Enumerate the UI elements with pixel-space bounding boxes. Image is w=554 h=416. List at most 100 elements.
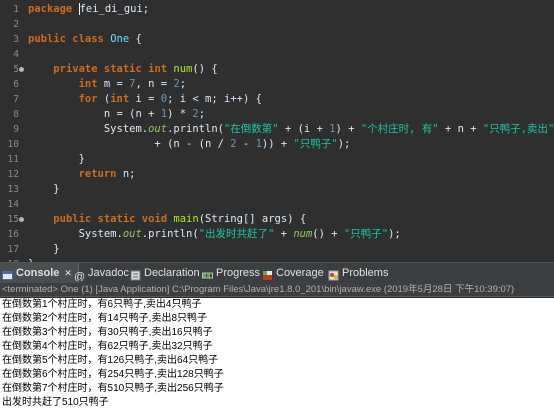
code-token: ; <box>198 108 206 120</box>
code-token: } <box>28 183 60 195</box>
code-token: public static void <box>53 213 174 225</box>
code-line[interactable]: } <box>28 182 60 197</box>
line-number: 9 <box>13 124 19 135</box>
console-line: 在倒数第3个村庄时，有30只鸭子,卖出16只鸭子 <box>2 327 213 338</box>
line-number: 3 <box>13 34 19 45</box>
code-line[interactable]: public static void main(String[] args) { <box>28 212 306 227</box>
tab-label: Progress <box>216 267 261 279</box>
tab-declaration[interactable]: Declaration <box>128 263 204 283</box>
code-line[interactable]: } <box>28 152 85 167</box>
bottom-panel-tabs: Console ✕ @ Javadoc Declaration Progress Cover… <box>0 262 554 284</box>
code-token: System. <box>28 123 149 135</box>
code-line[interactable]: for (int i = 0; i < m; i++) { <box>28 92 262 107</box>
tab-label: Problems <box>342 267 389 279</box>
code-token: } <box>28 243 60 255</box>
method-marker-icon[interactable] <box>19 217 24 222</box>
code-token: "只鸭子" <box>293 138 338 150</box>
code-token: out <box>148 123 168 135</box>
line-number: 13 <box>7 184 19 195</box>
problems-icon <box>328 268 339 280</box>
console-line: 在倒数第5个村庄时，有126只鸭子,卖出64只鸭子 <box>2 355 219 366</box>
code-token: n; <box>122 168 136 180</box>
console-line: 在倒数第4个村庄时，有62只鸭子,卖出32只鸭子 <box>2 341 213 352</box>
line-number: 7 <box>13 94 19 105</box>
tab-console[interactable]: Console ✕ <box>0 263 79 283</box>
close-tab-icon[interactable]: ✕ <box>64 263 72 283</box>
svg-text:@: @ <box>74 271 85 281</box>
code-token: n = (n + <box>28 108 161 120</box>
code-token: "出发时共赶了" <box>198 228 275 240</box>
code-token: int <box>78 78 104 90</box>
code-token: ; <box>179 78 187 90</box>
code-token: + (i + <box>278 123 330 135</box>
code-token: fei_di_gui; <box>79 3 150 15</box>
code-token: "在倒数第" <box>223 123 279 135</box>
tab-label: Coverage <box>276 267 324 279</box>
line-number: 1 <box>13 4 19 15</box>
code-token: "个村庄时, 有" <box>360 123 439 135</box>
code-token: package <box>28 3 79 15</box>
code-token: One <box>110 33 130 45</box>
console-line: 在倒数第2个村庄时，有14只鸭子,卖出8只鸭子 <box>2 313 208 324</box>
line-number: 11 <box>7 154 19 165</box>
code-line[interactable]: n = (n + 1) * 2; <box>28 107 205 122</box>
code-token: main <box>173 213 199 225</box>
line-number: 4 <box>13 49 19 60</box>
code-editor[interactable]: 12345678910111213141516171819 package fe… <box>0 0 554 262</box>
code-line[interactable]: System.out.println("出发时共赶了" + num() + "只… <box>28 227 401 242</box>
console-line: 在倒数第1个村庄时，有6只鸭子,卖出4只鸭子 <box>2 299 202 310</box>
code-token: System. <box>28 228 123 240</box>
code-token: "只鸭子" <box>343 228 389 240</box>
line-number: 14 <box>7 199 19 210</box>
console-icon <box>2 268 13 280</box>
code-token: for <box>78 93 104 105</box>
code-token: ) * <box>167 108 193 120</box>
console-output[interactable]: 在倒数第1个村庄时，有6只鸭子,卖出4只鸭子 在倒数第2个村庄时，有14只鸭子,卖… <box>0 298 554 416</box>
tab-coverage[interactable]: Coverage <box>260 263 328 283</box>
code-line[interactable]: int m = 7, n = 2; <box>28 77 187 92</box>
tab-label: Console <box>16 267 60 279</box>
tab-problems[interactable]: Problems <box>326 263 392 283</box>
code-token: return <box>78 168 123 180</box>
code-token: + n + <box>438 123 483 135</box>
line-number: 15 <box>7 214 19 225</box>
code-token: "只鸭子,卖出" <box>482 123 554 135</box>
tab-progress[interactable]: Progress <box>200 263 264 283</box>
code-token: int <box>110 93 136 105</box>
line-number-gutter: 12345678910111213141516171819 <box>0 0 26 262</box>
console-line: 在倒数第6个村庄时，有254只鸭子,卖出128只鸭子 <box>2 369 224 380</box>
code-token: private static int <box>53 63 174 75</box>
code-line[interactable]: private static int num() { <box>28 62 217 77</box>
code-token: ; i < m; i++) { <box>167 93 262 105</box>
code-token: .println( <box>167 123 224 135</box>
line-number: 5 <box>13 64 19 75</box>
method-marker-icon[interactable] <box>19 67 24 72</box>
progress-icon <box>202 268 213 279</box>
line-number: 8 <box>13 109 19 120</box>
code-token: - <box>236 138 256 150</box>
at-sign-icon: @ <box>74 268 85 283</box>
code-token: .println( <box>141 228 199 240</box>
code-line[interactable]: + (n - (n / 2 - 1)) + "只鸭子"); <box>28 137 350 152</box>
code-line[interactable]: } <box>28 242 60 257</box>
code-line[interactable]: public class One { <box>28 32 142 47</box>
code-token: { <box>129 33 142 45</box>
code-token: + (n - (n / <box>28 138 231 150</box>
code-token: (String[] args) { <box>198 213 307 225</box>
line-number: 17 <box>7 244 19 255</box>
code-line[interactable]: System.out.println("在倒数第" + (i + 1) + "个… <box>28 122 554 137</box>
line-number: 16 <box>7 229 19 240</box>
tab-javadoc[interactable]: @ Javadoc <box>72 263 133 283</box>
code-token: )) + <box>261 138 294 150</box>
code-line[interactable]: return n; <box>28 167 136 182</box>
code-token: num <box>173 63 193 75</box>
code-token: ); <box>337 138 351 150</box>
console-line: 出发时共赶了510只鸭子 <box>2 397 109 408</box>
code-line[interactable]: package fei_di_gui; <box>28 2 149 17</box>
line-number: 6 <box>13 79 19 90</box>
